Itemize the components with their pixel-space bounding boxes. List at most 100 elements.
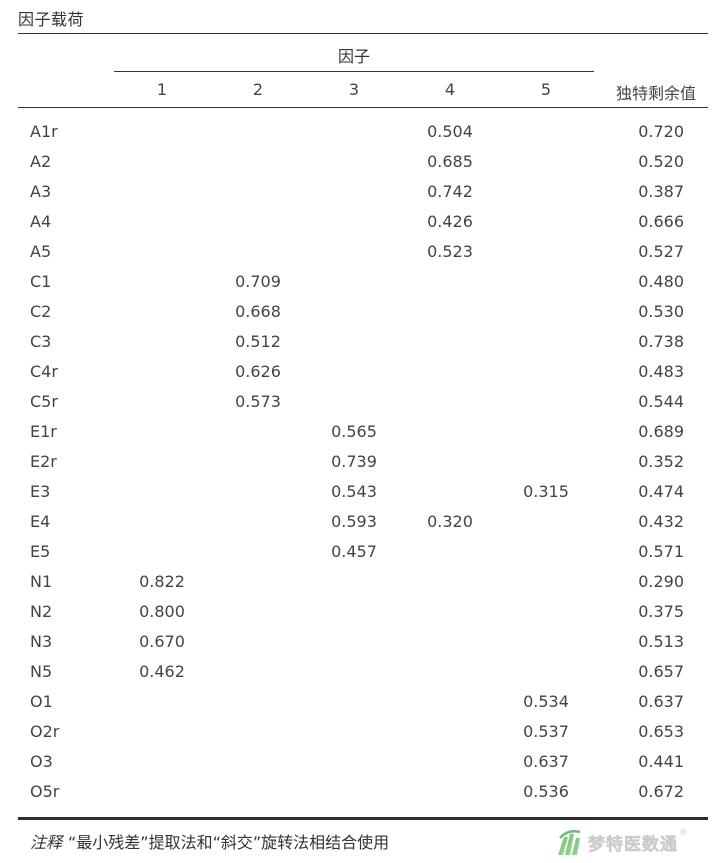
uniqueness-cell: 0.571 <box>638 542 684 561</box>
registered-mark: ® <box>679 828 688 838</box>
item-label: N3 <box>30 632 53 651</box>
table-row: E3 0.543 0.315 0.474 <box>0 480 718 510</box>
item-label: C1 <box>30 272 52 291</box>
factor-column-header: 5 <box>540 80 552 99</box>
loading-cell: 0.543 <box>331 482 377 501</box>
uniqueness-cell: 0.657 <box>638 662 684 681</box>
item-label: N2 <box>30 602 53 621</box>
item-label: E2r <box>30 452 57 471</box>
uniqueness-cell: 0.474 <box>638 482 684 501</box>
loading-cell: 0.739 <box>331 452 377 471</box>
uniqueness-cell: 0.527 <box>638 242 684 261</box>
note-text: “最小残差”提取法和“斜交”旋转法相结合使用 <box>68 833 390 852</box>
uniqueness-cell: 0.513 <box>638 632 684 651</box>
loading-cell: 0.626 <box>235 362 281 381</box>
watermark: 梦特医数通 ® <box>556 827 688 857</box>
factor-group-rule <box>114 71 594 72</box>
table-row: O2r 0.537 0.653 <box>0 720 718 750</box>
loading-cell: 0.426 <box>427 212 473 231</box>
loading-cell: 0.320 <box>427 512 473 531</box>
uniqueness-cell: 0.689 <box>638 422 684 441</box>
loading-cell: 0.668 <box>235 302 281 321</box>
table-note: 注释 “最小残差”提取法和“斜交”旋转法相结合使用 <box>30 829 389 853</box>
item-label: O5r <box>30 782 60 801</box>
loading-cell: 0.800 <box>139 602 185 621</box>
item-label: E4 <box>30 512 51 531</box>
item-label: A5 <box>30 242 52 261</box>
loading-cell: 0.523 <box>427 242 473 261</box>
loading-cell: 0.822 <box>139 572 185 591</box>
item-label: A1r <box>30 122 58 141</box>
factor-column-header: 4 <box>444 80 456 99</box>
table-row: A4 0.426 0.666 <box>0 210 718 240</box>
uniqueness-cell: 0.637 <box>638 692 684 711</box>
loading-cell: 0.593 <box>331 512 377 531</box>
uniqueness-cell: 0.375 <box>638 602 684 621</box>
uniqueness-cell: 0.441 <box>638 752 684 771</box>
uniqueness-cell: 0.387 <box>638 182 684 201</box>
item-label: N1 <box>30 572 53 591</box>
loading-cell: 0.537 <box>523 722 569 741</box>
note-label: 注释 <box>30 833 63 852</box>
factor-group-header: 因子 <box>337 47 370 66</box>
loading-cell: 0.573 <box>235 392 281 411</box>
factor-column-header: 3 <box>348 80 360 99</box>
uniqueness-cell: 0.352 <box>638 452 684 471</box>
watermark-logo-icon <box>558 830 581 855</box>
table-row: O5r 0.536 0.672 <box>0 780 718 810</box>
table-row: N3 0.670 0.513 <box>0 630 718 660</box>
uniqueness-cell: 0.653 <box>638 722 684 741</box>
item-label: A4 <box>30 212 52 231</box>
loading-cell: 0.462 <box>139 662 185 681</box>
table-row: N2 0.800 0.375 <box>0 600 718 630</box>
header-bottom-rule <box>18 107 708 108</box>
uniqueness-cell: 0.480 <box>638 272 684 291</box>
table-row: C1 0.709 0.480 <box>0 270 718 300</box>
item-label: E1r <box>30 422 57 441</box>
uniqueness-cell: 0.720 <box>638 122 684 141</box>
loading-cell: 0.457 <box>331 542 377 561</box>
loading-cell: 0.742 <box>427 182 473 201</box>
item-label: C2 <box>30 302 52 321</box>
item-label: E3 <box>30 482 51 501</box>
uniqueness-cell: 0.672 <box>638 782 684 801</box>
uniqueness-cell: 0.432 <box>638 512 684 531</box>
item-label: C3 <box>30 332 52 351</box>
uniqueness-cell: 0.544 <box>638 392 684 411</box>
watermark-text: 梦特医数通 <box>588 834 678 855</box>
item-label: C4r <box>30 362 58 381</box>
loading-cell: 0.709 <box>235 272 281 291</box>
uniqueness-cell: 0.530 <box>638 302 684 321</box>
table-row: N5 0.462 0.657 <box>0 660 718 690</box>
table-row: A1r 0.504 0.720 <box>0 120 718 150</box>
table-top-rule <box>18 33 708 34</box>
uniqueness-cell: 0.290 <box>638 572 684 591</box>
item-label: E5 <box>30 542 51 561</box>
loading-cell: 0.504 <box>427 122 473 141</box>
table-title: 因子载荷 <box>18 10 85 29</box>
table-body: A1r 0.504 0.720 A2 0.685 0.520 A3 0.742 0.387 A4 0… <box>0 120 718 810</box>
factor-column-header: 2 <box>252 80 264 99</box>
loading-cell: 0.565 <box>331 422 377 441</box>
loading-cell: 0.670 <box>139 632 185 651</box>
table-bottom-rule <box>18 817 708 820</box>
table-row: E1r 0.565 0.689 <box>0 420 718 450</box>
table-row: E4 0.593 0.320 0.432 <box>0 510 718 540</box>
loading-cell: 0.315 <box>523 482 569 501</box>
table-row: E2r 0.739 0.352 <box>0 450 718 480</box>
loading-cell: 0.536 <box>523 782 569 801</box>
table-row: A3 0.742 0.387 <box>0 180 718 210</box>
table-row: A5 0.523 0.527 <box>0 240 718 270</box>
table-row: C3 0.512 0.738 <box>0 330 718 360</box>
loading-cell: 0.685 <box>427 152 473 171</box>
uniqueness-cell: 0.738 <box>638 332 684 351</box>
table-row: N1 0.822 0.290 <box>0 570 718 600</box>
item-label: O3 <box>30 752 53 771</box>
table-row: C2 0.668 0.530 <box>0 300 718 330</box>
table-row: A2 0.685 0.520 <box>0 150 718 180</box>
uniqueness-cell: 0.666 <box>638 212 684 231</box>
uniqueness-cell: 0.520 <box>638 152 684 171</box>
item-label: A2 <box>30 152 52 171</box>
item-label: O2r <box>30 722 60 741</box>
factor-column-header: 1 <box>156 80 168 99</box>
